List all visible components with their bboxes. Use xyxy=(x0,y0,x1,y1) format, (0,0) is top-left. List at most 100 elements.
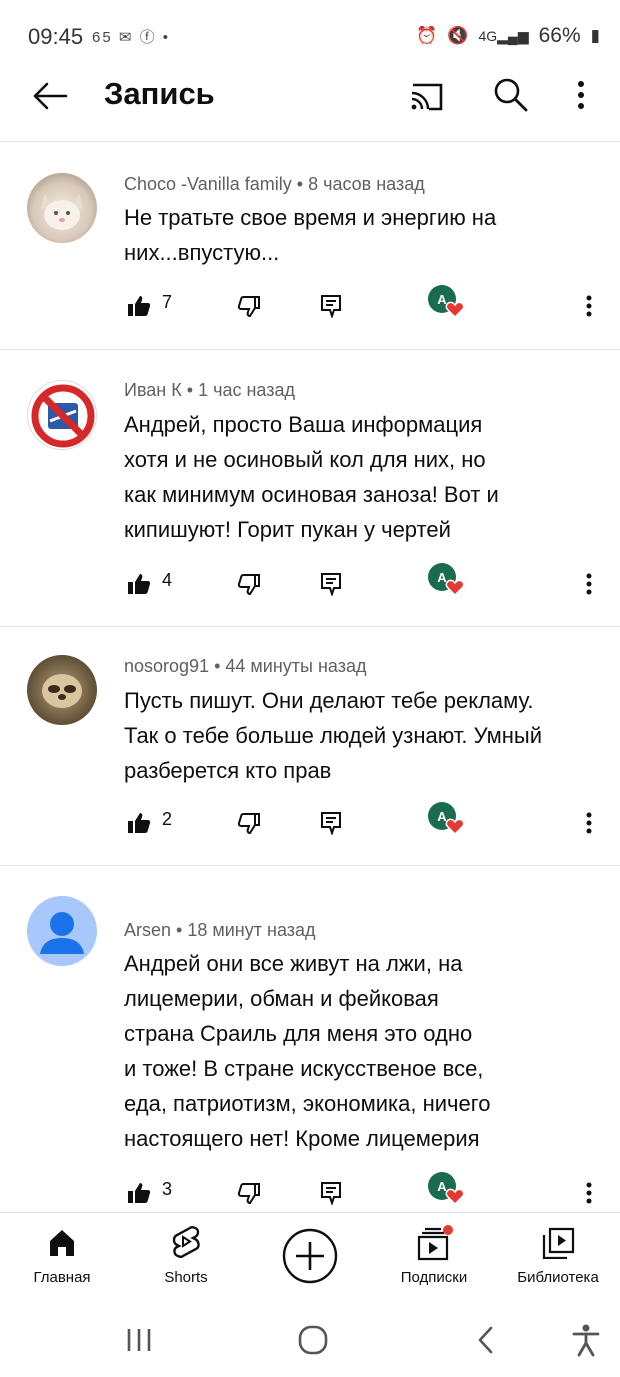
avatar[interactable] xyxy=(27,896,97,966)
comment-actions: 3 А xyxy=(124,1172,604,1208)
cast-button[interactable] xyxy=(404,74,450,118)
like-button[interactable] xyxy=(124,291,154,321)
like-button[interactable] xyxy=(124,1178,154,1208)
comment-more-button[interactable] xyxy=(578,1178,600,1208)
chevron-left-icon xyxy=(478,1326,493,1354)
comment-text: Не тратьте свое время и энергию на них..… xyxy=(124,205,497,265)
status-time: 09:45 xyxy=(28,24,84,49)
battery-percent: 66% xyxy=(538,24,581,47)
nav-shorts-label: Shorts xyxy=(164,1269,208,1286)
notification-icons: 65 ✉ ⓕ • xyxy=(92,29,171,46)
more-options-button[interactable] xyxy=(566,72,596,118)
shorts-icon xyxy=(172,1226,200,1258)
comment-more-button[interactable] xyxy=(578,808,600,838)
comment-meta: Иван К • 1 час назад xyxy=(124,380,295,400)
avatar[interactable] xyxy=(27,380,97,450)
app-bar: Запись xyxy=(0,60,620,142)
accessibility-button[interactable] xyxy=(564,1318,608,1362)
creator-heart-badge: А xyxy=(428,802,468,838)
more-vert-icon xyxy=(586,295,592,317)
heart-icon xyxy=(445,579,465,597)
reply-comment-icon xyxy=(321,1182,341,1205)
recent-apps-icon xyxy=(127,1329,151,1351)
nav-home[interactable]: Главная xyxy=(2,1223,122,1286)
avatar[interactable] xyxy=(27,655,97,725)
comment-meta: Choco -Vanilla family • 8 часов назад xyxy=(124,174,425,194)
alarm-icon: ⏰ xyxy=(416,26,438,45)
comment-meta: nosorog91 • 44 минуты назад xyxy=(124,656,367,676)
comment-actions: 4 А xyxy=(124,563,604,599)
thumb-up-filled-icon xyxy=(128,574,151,594)
comment-author[interactable]: nosorog91 xyxy=(124,656,209,676)
comment-time: 1 час назад xyxy=(198,380,295,400)
reply-button[interactable] xyxy=(316,291,346,321)
comment-author[interactable]: Choco -Vanilla family xyxy=(124,174,292,194)
thumb-down-icon xyxy=(237,813,260,834)
dislike-button[interactable] xyxy=(234,291,264,321)
create-button[interactable] xyxy=(281,1227,339,1285)
dislike-button[interactable] xyxy=(234,808,264,838)
signal-icon: 4G▂▄▆ xyxy=(478,27,529,44)
comment-actions: 2 А xyxy=(124,802,604,838)
search-icon xyxy=(494,78,528,112)
reply-button[interactable] xyxy=(316,1178,346,1208)
home-system-button[interactable] xyxy=(291,1318,335,1362)
thumb-down-icon xyxy=(237,574,260,595)
comment-text: Андрей они все живут на лжи, на лицемери… xyxy=(124,951,491,1151)
dislike-button[interactable] xyxy=(234,1178,264,1208)
like-button[interactable] xyxy=(124,808,154,838)
heart-icon xyxy=(445,1188,465,1206)
comment-author[interactable]: Arsen xyxy=(124,920,171,940)
sloth-avatar-image xyxy=(42,674,82,708)
reply-button[interactable] xyxy=(316,569,346,599)
back-button[interactable] xyxy=(28,74,72,118)
heart-icon xyxy=(445,818,465,836)
like-count: 7 xyxy=(162,292,173,312)
thumb-up-filled-icon xyxy=(128,1183,151,1203)
subscriptions-icon xyxy=(417,1225,453,1261)
nav-library-label: Библиотека xyxy=(517,1269,599,1286)
avatar[interactable] xyxy=(27,173,97,243)
nav-shorts[interactable]: Shorts xyxy=(126,1223,246,1286)
dislike-button[interactable] xyxy=(234,569,264,599)
comment-more-button[interactable] xyxy=(578,291,600,321)
heart-icon xyxy=(445,301,465,319)
thumb-up-filled-icon xyxy=(128,296,151,316)
bottom-navigation: Главная Shorts Подписки Библиотека xyxy=(0,1212,620,1302)
home-filled-icon xyxy=(50,1230,74,1256)
back-system-button[interactable] xyxy=(464,1318,508,1362)
default-user-avatar-image xyxy=(40,912,84,954)
add-circle-icon xyxy=(282,1228,338,1284)
comment-item: Arsen • 18 минут назад Андрей они все жи… xyxy=(0,866,620,1211)
comment-meta: Arsen • 18 минут назад xyxy=(124,920,316,940)
more-vert-icon xyxy=(578,81,584,109)
like-count: 2 xyxy=(162,809,173,829)
page-title: Запись xyxy=(104,76,215,111)
comment-more-button[interactable] xyxy=(578,569,600,599)
mute-icon: 🔇 xyxy=(447,26,469,45)
system-navigation-bar xyxy=(0,1302,620,1377)
comment-time: 44 минуты назад xyxy=(225,656,367,676)
more-vert-icon xyxy=(586,1182,592,1204)
battery-icon: ▮ xyxy=(590,26,600,45)
cat-avatar-image xyxy=(41,193,83,230)
creator-heart-badge: А xyxy=(428,563,468,599)
comment-item: nosorog91 • 44 минуты назад Пусть пишут.… xyxy=(0,627,620,866)
comment-actions: 7 А xyxy=(124,285,604,321)
search-button[interactable] xyxy=(488,72,534,118)
recent-apps-button[interactable] xyxy=(117,1318,161,1362)
comment-text: Андрей, просто Ваша информация хотя и не… xyxy=(124,412,499,542)
comment-author[interactable]: Иван К xyxy=(124,380,182,400)
comment-time: 18 минут назад xyxy=(187,920,316,940)
like-button[interactable] xyxy=(124,569,154,599)
home-circle-icon xyxy=(298,1325,328,1355)
arrow-left-icon xyxy=(33,82,68,110)
reply-button[interactable] xyxy=(316,808,346,838)
reply-comment-icon xyxy=(321,812,341,835)
nav-subscriptions[interactable]: Подписки xyxy=(374,1223,494,1286)
creator-heart-badge: А xyxy=(428,285,468,321)
library-icon xyxy=(542,1227,575,1259)
status-right: ⏰ 🔇 4G▂▄▆ 66% ▮ xyxy=(416,24,600,48)
nav-library[interactable]: Библиотека xyxy=(498,1223,618,1286)
more-vert-icon xyxy=(586,573,592,595)
